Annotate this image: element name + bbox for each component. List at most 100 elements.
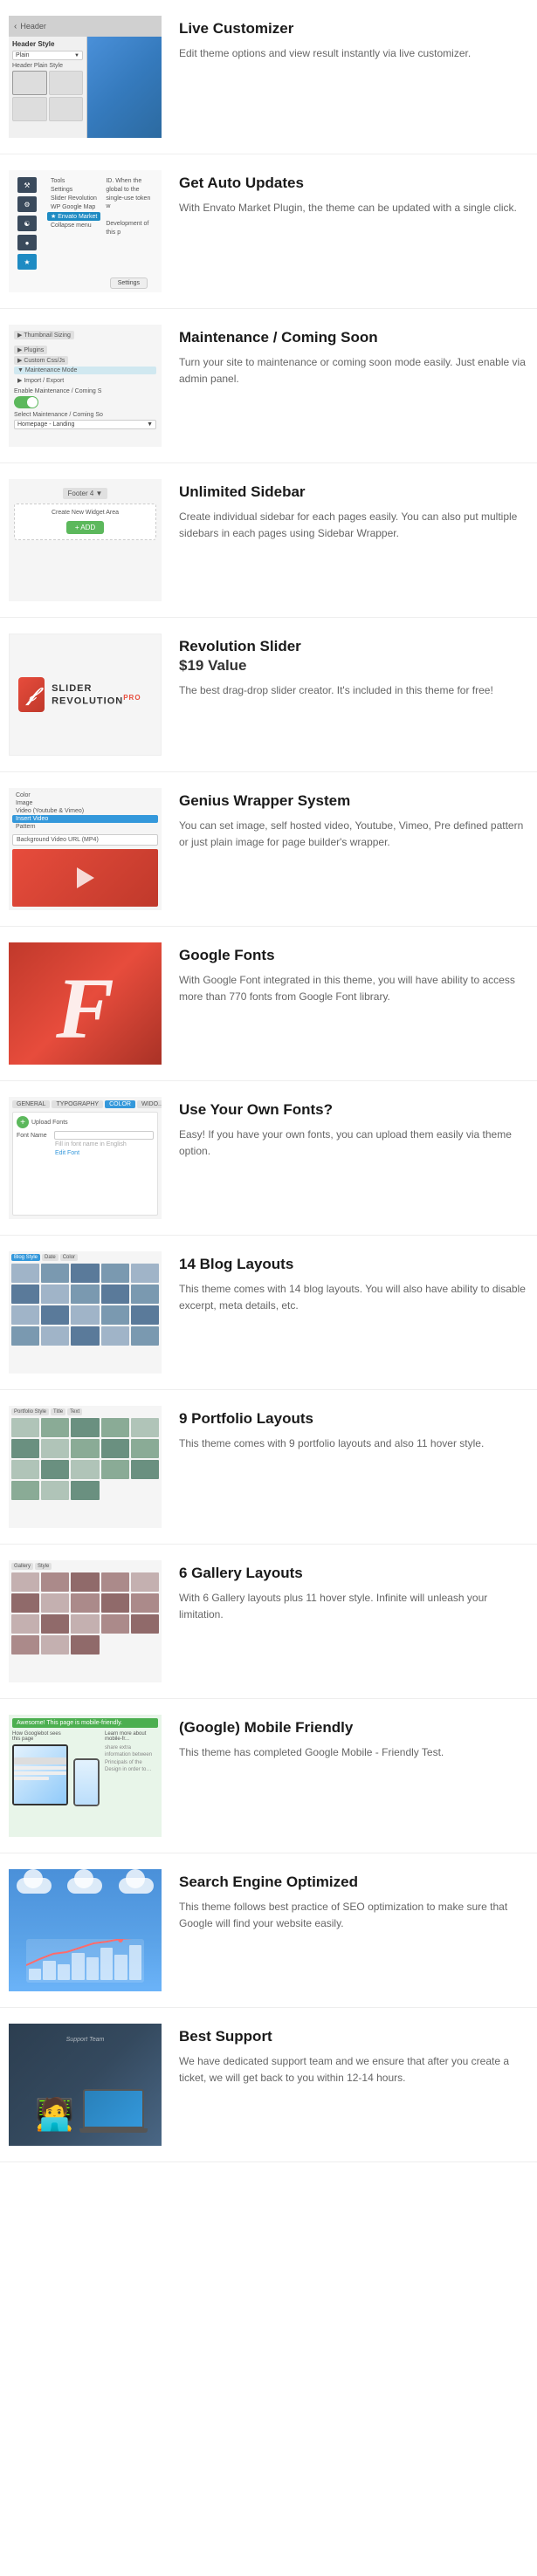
port-thumb-7 <box>41 1439 69 1458</box>
blog-tab-style[interactable]: Blog Style <box>11 1254 40 1261</box>
blog-thumb-11 <box>11 1305 39 1325</box>
bg-video-url[interactable]: Background Video URL (MP4) <box>12 834 158 846</box>
live-customizer-description: Edit theme options and view result insta… <box>179 45 528 62</box>
envato-icon: ★ <box>17 254 37 270</box>
preview-box-2[interactable] <box>49 71 84 95</box>
tab-color[interactable]: COLOR <box>105 1100 135 1108</box>
google-fonts-description: With Google Font integrated in this them… <box>179 972 528 1005</box>
option-pattern: Pattern <box>12 823 158 831</box>
map-icon: ● <box>17 235 37 250</box>
maintenance-select[interactable]: Homepage - Landing ▼ <box>14 420 156 429</box>
maintenance-description: Turn your site to maintenance or coming … <box>179 354 528 387</box>
preview-box-4[interactable] <box>49 97 84 121</box>
laptop-screen <box>83 2089 144 2128</box>
gallery-layouts-description: With 6 Gallery layouts plus 11 hover sty… <box>179 1590 528 1623</box>
revolution-logo-text: SLIDER REVOLUTIONPRO <box>52 683 152 707</box>
upload-fonts-label: Upload Fonts <box>31 1120 68 1126</box>
tab-typography[interactable]: TYPOGRAPHY <box>52 1100 103 1108</box>
support-laptop <box>83 2089 144 2133</box>
add-widget-button[interactable]: + ADD <box>66 521 104 534</box>
gallery-tab-style[interactable]: Style <box>35 1563 52 1570</box>
feature-revolution-slider: 𝒻 SLIDER REVOLUTIONPRO Revolution Slider… <box>0 618 537 772</box>
menu-map: WP Google Map <box>47 203 100 211</box>
port-thumb-10 <box>131 1439 159 1458</box>
blog-thumb-2 <box>41 1264 69 1283</box>
preview-box-1[interactable] <box>12 71 47 95</box>
back-arrow-icon: ‹ <box>14 22 17 31</box>
footer-arrow-icon: ▼ <box>96 490 103 497</box>
sidebar-text: Unlimited Sidebar Create individual side… <box>179 479 528 542</box>
support-image: 🧑‍💻 Support Team <box>9 2024 162 2146</box>
feature-portfolio-layouts: Portfolio Style Title Text <box>0 1390 537 1545</box>
revolution-slider-title: Revolution Slider $19 Value <box>179 637 528 675</box>
seo-text: Search Engine Optimized This theme follo… <box>179 1869 528 1932</box>
blog-thumb-17 <box>41 1326 69 1346</box>
feature-genius-wrapper: Color Image Video (Youtube & Vimeo) Inse… <box>0 772 537 927</box>
blog-tab-date[interactable]: Date <box>42 1254 59 1261</box>
select-arrow-icon: ▼ <box>147 421 153 428</box>
tab-general[interactable]: GENERAL <box>12 1100 50 1108</box>
revolution-icon: 𝒻 <box>18 677 45 712</box>
gallery-thumb-1 <box>11 1572 39 1592</box>
feature-unlimited-sidebar: Footer 4 ▼ Create New Widget Area + ADD … <box>0 463 537 618</box>
seo-chart <box>26 1939 144 1983</box>
header-plain-label: Plain <box>16 52 30 58</box>
port-thumb-2 <box>41 1418 69 1437</box>
blog-tab-color[interactable]: Color <box>60 1254 78 1261</box>
preview-box-3[interactable] <box>12 97 47 121</box>
live-customizer-image: ‹ Header Header Style Plain ▼ Header Pla… <box>9 16 162 138</box>
select-arrow-icon: ▼ <box>74 53 79 58</box>
auto-updates-description: With Envato Market Plugin, the theme can… <box>179 200 528 216</box>
option-video-yt: Video (Youtube & Vimeo) <box>12 807 158 815</box>
header-style-select[interactable]: Plain ▼ <box>12 51 83 60</box>
menu-envato[interactable]: ★ Envato Market <box>47 212 100 221</box>
port-thumb-6 <box>11 1439 39 1458</box>
gallery-thumb-10 <box>131 1593 159 1613</box>
support-description: We have dedicated support team and we en… <box>179 2053 528 2086</box>
phone-screen <box>73 1758 100 1806</box>
option-insert-video[interactable]: Insert Video <box>12 815 158 823</box>
gallery-tab-main[interactable]: Gallery <box>11 1563 33 1570</box>
maintenance-toggle[interactable] <box>14 396 38 408</box>
blog-thumb-19 <box>101 1326 129 1346</box>
seo-trend-line <box>26 1939 144 1970</box>
select-maintenance-label: Select Maintenance / Coming So <box>14 412 156 418</box>
blog-thumb-4 <box>101 1264 129 1283</box>
own-fonts-image: GENERAL TYPOGRAPHY COLOR WIDO... + Uploa… <box>9 1097 162 1219</box>
gallery-thumb-9 <box>101 1593 129 1613</box>
upload-plus-icon[interactable]: + <box>17 1116 29 1128</box>
create-widget-label: Create New Widget Area <box>20 510 150 516</box>
thumbnail-sizing-item: ▶ Thumbnail Sizing <box>14 331 74 339</box>
gallery-thumb-2 <box>41 1572 69 1592</box>
desktop-content-icon <box>14 1757 66 1792</box>
port-thumb-18 <box>71 1481 99 1500</box>
portfolio-tab-text[interactable]: Text <box>67 1408 82 1415</box>
seo-title: Search Engine Optimized <box>179 1873 528 1892</box>
portfolio-layouts-image: Portfolio Style Title Text <box>9 1406 162 1528</box>
mobile-friendly-description: This theme has completed Google Mobile -… <box>179 1744 528 1761</box>
desktop-screen <box>12 1744 68 1805</box>
header-label: Header <box>20 22 46 31</box>
port-thumb-8 <box>71 1439 99 1458</box>
portfolio-tab-style[interactable]: Portfolio Style <box>11 1408 49 1415</box>
footer-select[interactable]: Footer 4 ▼ <box>63 488 108 499</box>
portfolio-layouts-title: 9 Portfolio Layouts <box>179 1409 528 1428</box>
sidebar-title: Unlimited Sidebar <box>179 483 528 502</box>
option-color: Color <box>12 791 158 799</box>
settings-button[interactable]: Settings <box>110 277 148 289</box>
laptop-base <box>79 2128 148 2133</box>
blog-thumb-18 <box>71 1326 99 1346</box>
tab-widget[interactable]: WIDO... <box>137 1100 162 1108</box>
blog-layouts-text: 14 Blog Layouts This theme comes with 14… <box>179 1251 528 1314</box>
own-fonts-description: Easy! If you have your own fonts, you ca… <box>179 1127 528 1160</box>
gallery-thumb-7 <box>41 1593 69 1613</box>
font-name-input[interactable] <box>54 1131 154 1140</box>
revolution-pro-badge: PRO <box>123 694 141 702</box>
genius-wrapper-text: Genius Wrapper System You can set image,… <box>179 788 528 851</box>
auto-updates-title: Get Auto Updates <box>179 174 528 193</box>
auto-updates-text: Get Auto Updates With Envato Market Plug… <box>179 170 528 216</box>
portfolio-tab-title[interactable]: Title <box>51 1408 65 1415</box>
edit-font-link[interactable]: Edit Font <box>17 1150 154 1156</box>
port-thumb-4 <box>101 1418 129 1437</box>
font-name-label: Font Name <box>17 1133 52 1139</box>
